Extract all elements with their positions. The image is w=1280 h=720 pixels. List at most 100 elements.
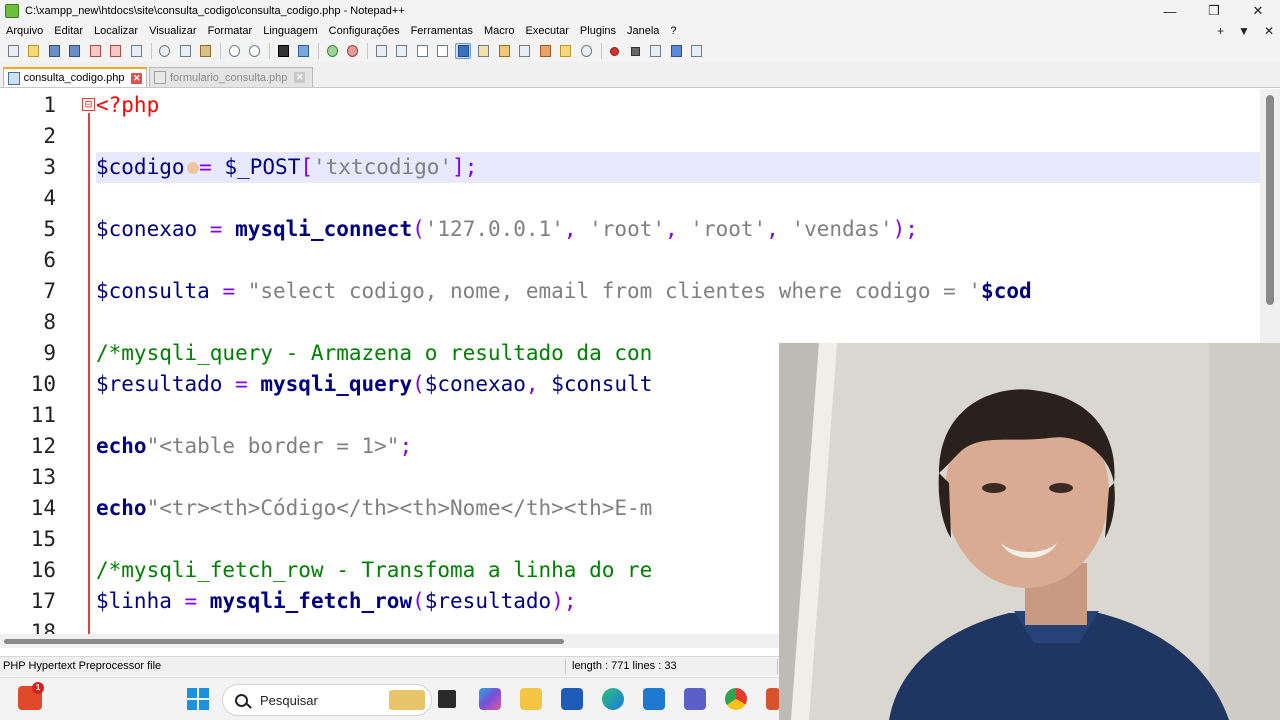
notification-badge: 1 (32, 682, 44, 694)
line-number: 15 (30, 527, 56, 551)
code-token: "select codigo, nome, email from cliente… (247, 279, 982, 303)
taskbar-search-box[interactable]: Pesquisar (222, 684, 432, 716)
code-token: ); (892, 217, 918, 241)
code-token: $resultado (96, 372, 223, 396)
copilot-icon[interactable] (479, 688, 501, 710)
menu-ferramentas[interactable]: Ferramentas (405, 25, 478, 37)
menu-arquivo[interactable]: Arquivo (0, 25, 48, 37)
vscode-icon[interactable] (643, 688, 665, 710)
code-token: [ (300, 155, 313, 179)
cut-icon[interactable] (157, 43, 173, 59)
stop-macro-icon[interactable] (627, 43, 643, 59)
print-icon[interactable] (128, 43, 144, 59)
edge-icon[interactable] (602, 688, 624, 710)
line-number: 5 (43, 217, 56, 241)
menu-executar[interactable]: Executar (520, 25, 574, 37)
search-highlight-icon (389, 690, 425, 710)
save-icon[interactable] (46, 43, 62, 59)
fold-toggle-icon[interactable]: ⊟ (82, 98, 95, 111)
code-token: 'vendas' (791, 217, 893, 241)
tab-list-icon[interactable]: ▼ (1238, 24, 1250, 38)
save-all-icon[interactable] (67, 43, 83, 59)
teams-icon[interactable] (684, 688, 706, 710)
search-icon (235, 693, 248, 707)
paste-icon[interactable] (198, 43, 214, 59)
code-token: , (766, 217, 792, 241)
tab-formulario-consulta[interactable]: formulario_consulta.php ✕ (149, 67, 313, 87)
tab-close-icon[interactable]: ✕ (294, 72, 306, 83)
close-file-icon[interactable] (87, 43, 103, 59)
code-token: = (171, 589, 210, 613)
webcam-overlay (779, 343, 1280, 720)
undo-icon[interactable] (226, 43, 242, 59)
close-doc-icon[interactable]: ✕ (1264, 24, 1274, 38)
chrome-icon[interactable] (725, 688, 747, 710)
menu-configuracoes[interactable]: Configurações (323, 25, 405, 37)
function-list-icon[interactable] (517, 43, 533, 59)
menu-localizar[interactable]: Localizar (88, 25, 143, 37)
code-token: = (209, 279, 248, 303)
minimize-button[interactable]: — (1148, 0, 1192, 22)
new-tab-icon[interactable]: + (1217, 24, 1224, 38)
code-token: $linha (96, 589, 172, 613)
new-file-icon[interactable] (5, 43, 21, 59)
folder-icon[interactable] (558, 43, 574, 59)
menu-formatar[interactable]: Formatar (202, 25, 258, 37)
code-line-1: <?php (96, 90, 159, 121)
menu-help[interactable]: ? (664, 25, 681, 37)
save-macro-icon[interactable] (689, 43, 705, 59)
vertical-scroll-thumb[interactable] (1266, 95, 1274, 305)
menu-editar[interactable]: Editar (48, 25, 88, 37)
doc-map-icon[interactable] (496, 43, 512, 59)
show-all-chars-icon[interactable] (435, 43, 451, 59)
record-macro-icon[interactable] (607, 43, 623, 59)
redo-icon[interactable] (247, 43, 263, 59)
tab-close-icon[interactable]: ✕ (131, 72, 142, 84)
run-macro-multiple-icon[interactable] (668, 43, 684, 59)
menu-janela[interactable]: Janela (621, 25, 664, 37)
udl-icon[interactable] (476, 43, 492, 59)
sync-vertical-icon[interactable] (373, 43, 389, 59)
file-explorer-icon[interactable] (520, 688, 542, 710)
close-all-icon[interactable] (108, 43, 124, 59)
window-title: C:\xampp_new\htdocs\site\consulta_codigo… (25, 5, 405, 17)
menu-linguagem[interactable]: Linguagem (257, 25, 322, 37)
tab-consulta-codigo[interactable]: consulta_codigo.php ✕ (3, 67, 147, 87)
zoom-in-icon[interactable] (324, 43, 340, 59)
status-length-lines: length : 771 lines : 33 (572, 660, 677, 672)
code-token: ); (551, 589, 577, 613)
horizontal-scroll-thumb[interactable] (4, 639, 564, 644)
menu-visualizar[interactable]: Visualizar (143, 25, 202, 37)
code-line-9: /*mysqli_query - Armazena o resultado da… (96, 338, 652, 369)
indent-guide-icon[interactable] (455, 43, 471, 59)
xampp-icon[interactable] (766, 688, 780, 710)
maximize-button[interactable]: ❐ (1192, 0, 1236, 22)
code-token: $cod (981, 279, 1032, 303)
word-wrap-icon[interactable] (414, 43, 430, 59)
code-line-12: echo"<table border = 1>"; (96, 431, 412, 462)
task-view-icon[interactable] (438, 690, 456, 708)
toolbar (0, 40, 1280, 62)
open-file-icon[interactable] (26, 43, 42, 59)
monitor-icon[interactable] (578, 43, 594, 59)
copy-icon[interactable] (177, 43, 193, 59)
replace-icon[interactable] (296, 43, 312, 59)
toolbar-separator (318, 43, 319, 59)
menu-bar: Arquivo Editar Localizar Visualizar Form… (0, 22, 1280, 40)
status-divider (565, 659, 566, 674)
folder-workspace-icon[interactable] (537, 43, 553, 59)
line-number: 12 (30, 434, 56, 458)
code-token: 'root' (690, 217, 767, 241)
start-button[interactable] (187, 688, 209, 710)
code-comment: /*mysqli_fetch_row - Transfoma a linha d… (96, 558, 653, 582)
menu-plugins[interactable]: Plugins (574, 25, 621, 37)
sync-horizontal-icon[interactable] (394, 43, 410, 59)
zoom-out-icon[interactable] (345, 43, 361, 59)
find-icon[interactable] (275, 43, 291, 59)
line-number: 3 (43, 155, 56, 179)
play-macro-icon[interactable] (648, 43, 664, 59)
close-button[interactable]: ✕ (1236, 0, 1280, 22)
word-icon[interactable] (561, 688, 583, 710)
menu-macro[interactable]: Macro (478, 25, 520, 37)
line-number: 13 (30, 465, 56, 489)
